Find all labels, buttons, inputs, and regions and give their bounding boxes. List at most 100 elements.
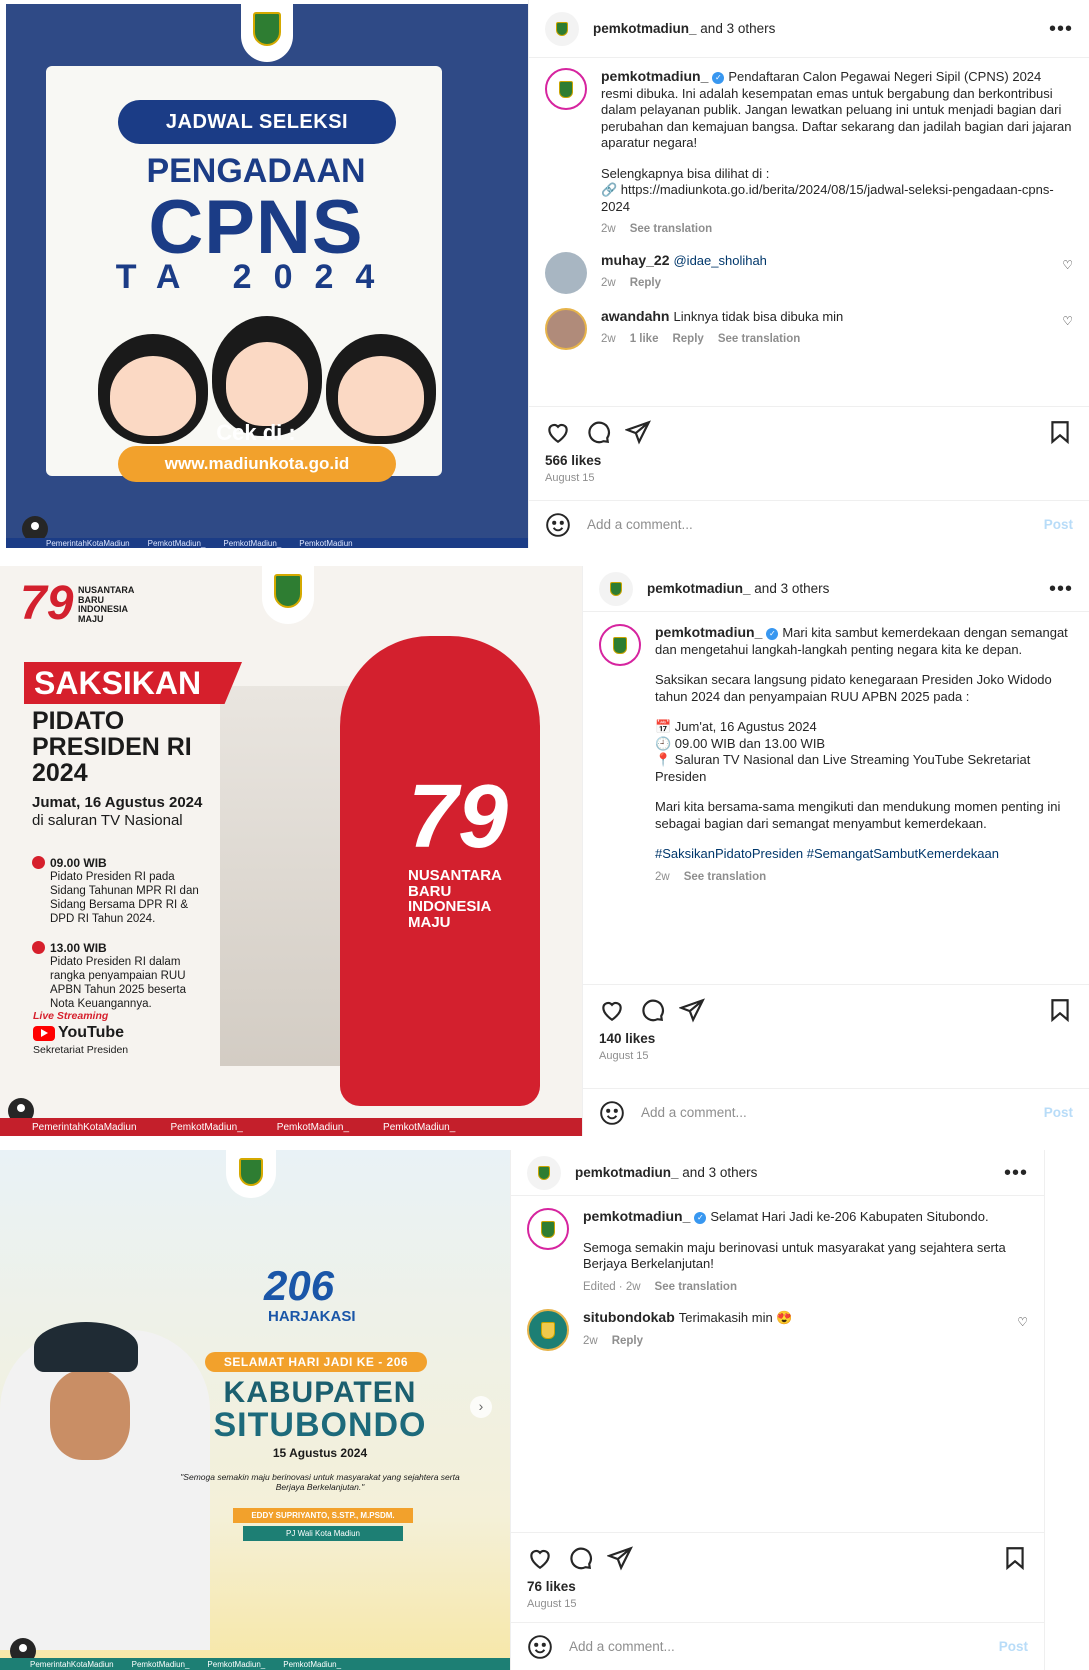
see-translation-link[interactable]: See translation (684, 871, 766, 883)
comment-avatar[interactable] (545, 251, 587, 294)
emoji-smile-icon[interactable] (545, 512, 571, 538)
caption: pemkotmadiun_ ✓ Selamat Hari Jadi ke-206 K… (527, 1208, 1028, 1295)
comment-bubble-icon[interactable] (639, 997, 665, 1023)
footer-youtube: PemkotMadiun (299, 538, 353, 548)
footer-instagram: PemkotMadiun_ (147, 538, 206, 548)
poster-footer: PemerintahKotaMadiun PemkotMadiun_ PemkotM… (0, 1658, 510, 1670)
post-3-image[interactable]: 206 HARJAKASI SELAMAT HARI JADI KE - 206… (0, 1150, 510, 1670)
post-header: pemkotmadiun_ and 3 others ••• (583, 566, 1089, 612)
post-1-image[interactable]: JADWAL SELEKSI PENGADAAN CPNS TA 2024 Ce… (6, 4, 528, 548)
comment-text[interactable]: @idae_sholihah (673, 253, 766, 268)
post-comment-button[interactable]: Post (1044, 1105, 1073, 1120)
author-name[interactable]: pemkotmadiun_ and 3 others (575, 1165, 1004, 1180)
reply-button[interactable]: Reply (612, 1335, 643, 1347)
post-3-sidebar: pemkotmadiun_ and 3 others ••• pemkotmad… (510, 1150, 1045, 1670)
save-bookmark-icon[interactable] (1047, 419, 1073, 445)
live-streaming-label: Live Streaming (33, 1010, 109, 1022)
poster-date: Jumat, 16 Agustus 2024 (32, 794, 203, 811)
caption-time: 2w (655, 870, 670, 883)
comment-bubble-icon[interactable] (585, 419, 611, 445)
schedule-block: 09.00 WIB Pidato Presiden RI pada Sidang … (32, 856, 212, 926)
city-logo (262, 566, 314, 624)
author-avatar[interactable] (527, 1155, 561, 1190)
caption-hashtags[interactable]: #SaksikanPidatoPresiden #SemangatSambutK… (655, 846, 1073, 863)
post-comment-button[interactable]: Post (999, 1639, 1028, 1654)
caption-avatar[interactable] (599, 624, 641, 666)
add-comment-input[interactable]: Add a comment... (641, 1105, 1044, 1120)
caption-link[interactable]: 🔗 https://madiunkota.go.id/berita/2024/0… (601, 182, 1073, 215)
add-comment-input[interactable]: Add a comment... (587, 517, 1044, 532)
comment-time: 2w (601, 333, 616, 345)
comment-like-icon[interactable]: ♡ (1062, 258, 1073, 294)
emoji-smile-icon[interactable] (527, 1634, 553, 1660)
caption-line: 🕘 09.00 WIB dan 13.00 WIB (655, 735, 826, 751)
more-options-icon[interactable]: ••• (1049, 579, 1073, 599)
caption-text: Selamat Hari Jadi ke-206 Kabupaten Situb… (710, 1209, 989, 1224)
poster-title-2: SITUBONDO (213, 1406, 427, 1444)
poster-pill: JADWAL SELEKSI (118, 100, 396, 144)
comment-likes[interactable]: 1 like (630, 333, 659, 345)
official-role: PJ Wali Kota Madiun (243, 1526, 403, 1541)
caption-avatar[interactable] (527, 1208, 569, 1250)
post-comment-button[interactable]: Post (1044, 517, 1073, 532)
carousel-next-icon[interactable]: › (470, 1396, 492, 1418)
share-send-icon[interactable] (679, 997, 705, 1023)
comment-text: Linknya tidak bisa dibuka min (673, 308, 844, 324)
caption: pemkotmadiun_ ✓ Mari kita sambut kemerdeka… (599, 624, 1073, 885)
like-heart-icon[interactable] (545, 419, 571, 445)
comment-bubble-icon[interactable] (567, 1545, 593, 1571)
youtube-logo: YouTube (33, 1024, 124, 1042)
post-date: August 15 (527, 1598, 577, 1610)
caption-username[interactable]: pemkotmadiun_ (601, 68, 708, 84)
comment-username[interactable]: situbondokab (583, 1309, 675, 1325)
post-2-image[interactable]: 79 NUSANTARA BARU INDONESIA MAJU 79 NUSANTA… (0, 566, 582, 1136)
author-avatar[interactable] (599, 571, 633, 606)
caption-username[interactable]: pemkotmadiun_ (583, 1208, 690, 1224)
author-avatar[interactable] (545, 11, 579, 46)
save-bookmark-icon[interactable] (1047, 997, 1073, 1023)
save-bookmark-icon[interactable] (1002, 1545, 1028, 1571)
more-options-icon[interactable]: ••• (1004, 1163, 1028, 1183)
more-options-icon[interactable]: ••• (1049, 19, 1073, 39)
reply-button[interactable]: Reply (630, 277, 661, 289)
share-send-icon[interactable] (625, 419, 651, 445)
reply-button[interactable]: Reply (672, 333, 703, 345)
post-actions: 566 likes August 15 (529, 406, 1089, 484)
poster-date: 15 Agustus 2024 (272, 1446, 368, 1460)
author-name[interactable]: pemkotmadiun_ and 3 others (593, 21, 1049, 36)
like-heart-icon[interactable] (599, 997, 625, 1023)
post-actions: 140 likes August 15 (583, 984, 1089, 1062)
add-comment-bar: Add a comment... Post (511, 1622, 1044, 1670)
add-comment-input[interactable]: Add a comment... (569, 1639, 999, 1654)
like-count[interactable]: 566 likes (545, 453, 1073, 468)
like-count[interactable]: 140 likes (599, 1031, 1073, 1046)
author-name[interactable]: pemkotmadiun_ and 3 others (647, 581, 1049, 596)
caption-text: Selengkapnya bisa dilihat di : (601, 165, 770, 181)
share-send-icon[interactable] (607, 1545, 633, 1571)
see-translation-link[interactable]: See translation (718, 333, 800, 345)
post-1-sidebar: pemkotmadiun_ and 3 others ••• pemkotmad… (528, 0, 1089, 548)
caption-time: 2w (601, 223, 616, 235)
see-translation-link[interactable]: See translation (655, 1281, 737, 1293)
caption-avatar[interactable] (545, 68, 587, 110)
comment-like-icon[interactable]: ♡ (1017, 1315, 1028, 1351)
comment-like-icon[interactable]: ♡ (1062, 314, 1073, 350)
comment-username[interactable]: awandahn (601, 308, 669, 324)
comment-avatar[interactable] (527, 1309, 569, 1351)
caption-line: 📍 Saluran TV Nasional dan Live Streaming… (655, 752, 1031, 784)
harjakasi-text: HARJAKASI (268, 1308, 356, 1325)
poster-title-1: KABUPATEN (223, 1376, 417, 1409)
poster-channel: di saluran TV Nasional (32, 812, 183, 829)
caption-username[interactable]: pemkotmadiun_ (655, 624, 762, 640)
comment-avatar[interactable] (545, 307, 587, 350)
poster-quote: "Semoga semakin maju berinovasi untuk ma… (180, 1472, 460, 1492)
comment-username[interactable]: muhay_22 (601, 252, 669, 268)
caption-line: 📅 Jum'at, 16 Agustus 2024 (655, 719, 817, 734)
emoji-smile-icon[interactable] (599, 1100, 625, 1126)
like-count[interactable]: 76 likes (527, 1579, 1028, 1594)
see-translation-link[interactable]: See translation (630, 223, 712, 235)
poster-url: www.madiunkota.go.id (118, 446, 396, 482)
caption: pemkotmadiun_ ✓ Pendaftaran Calon Pegawai … (545, 68, 1073, 238)
like-heart-icon[interactable] (527, 1545, 553, 1571)
footer-facebook: PemerintahKotaMadiun (46, 538, 130, 548)
